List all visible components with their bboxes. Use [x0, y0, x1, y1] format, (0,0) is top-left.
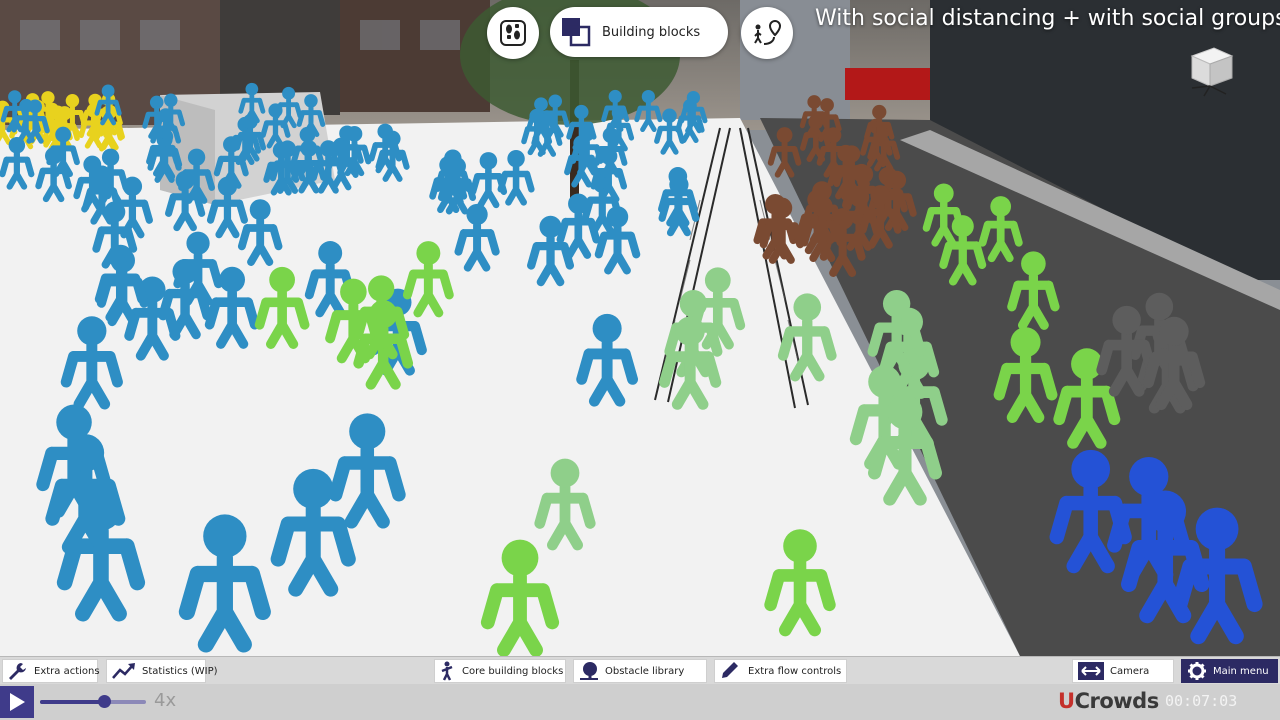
footsteps-tool-button[interactable]: [487, 7, 539, 59]
speed-slider[interactable]: [40, 695, 146, 708]
statistics-label: Statistics (WIP): [142, 665, 218, 677]
play-icon: [10, 693, 25, 711]
person-icon: [441, 661, 453, 681]
scenario-title: With social distancing + with social gro…: [815, 6, 1280, 31]
footsteps-icon: [500, 20, 526, 46]
core-building-blocks-button[interactable]: Core building blocks: [434, 659, 566, 683]
building-blocks-label: Building blocks: [602, 24, 701, 40]
simulation-viewport[interactable]: Building blocks With social distancing +…: [0, 0, 1280, 656]
pencil-icon: [722, 662, 738, 678]
speed-slider-thumb[interactable]: [97, 695, 111, 708]
obstacle-library-button[interactable]: Obstacle library: [573, 659, 707, 683]
extra-flow-controls-button[interactable]: Extra flow controls: [714, 659, 847, 683]
tree-obstacle-icon: [580, 662, 598, 680]
extra-actions-label: Extra actions: [34, 665, 100, 677]
extra-actions-button[interactable]: Extra actions: [2, 659, 100, 683]
crowd-scene: [0, 0, 1280, 656]
gear-icon: [1188, 662, 1206, 680]
main-menu-button[interactable]: Main menu: [1181, 659, 1278, 683]
walking-route-icon: [754, 19, 782, 45]
main-menu-label: Main menu: [1213, 665, 1269, 677]
building-blocks-icon: [562, 18, 591, 47]
trend-chart-icon: [112, 663, 135, 679]
ucrowds-logo: UCrowds: [1058, 689, 1159, 713]
building-blocks-button[interactable]: Building blocks: [550, 7, 728, 57]
extra-flow-controls-label: Extra flow controls: [748, 665, 842, 677]
obstacle-library-label: Obstacle library: [605, 665, 685, 677]
view-cube-icon[interactable]: [1182, 42, 1242, 100]
speed-label: 4x: [154, 690, 177, 711]
camera-label: Camera: [1110, 665, 1150, 677]
statistics-button[interactable]: Statistics (WIP): [106, 659, 218, 683]
bottom-toolbar: Extra actions Statistics (WIP) Core buil…: [0, 656, 1280, 685]
walking-route-button[interactable]: [741, 7, 793, 59]
wrench-icon: [9, 663, 26, 680]
camera-move-icon: [1078, 662, 1104, 680]
playback-bar: 4x UCrowds 00:07:03: [0, 684, 1280, 720]
speed-slider-fill: [40, 700, 104, 704]
play-button[interactable]: [0, 686, 34, 718]
camera-button[interactable]: Camera: [1072, 659, 1174, 683]
simulation-time: 00:07:03: [1165, 692, 1238, 710]
core-building-blocks-label: Core building blocks: [462, 665, 564, 677]
